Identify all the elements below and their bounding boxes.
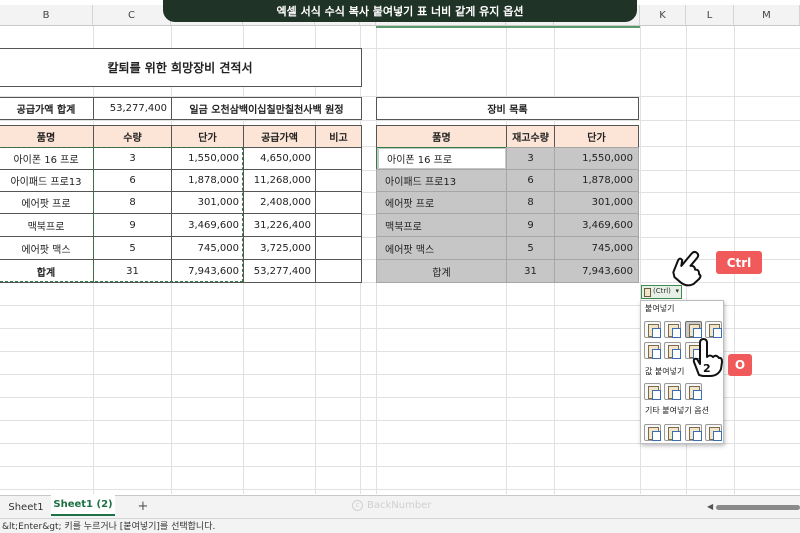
column-header-l[interactable]: L — [686, 5, 734, 26]
header-supply-amount: 공급가액 — [243, 125, 316, 148]
title-banner: 엑셀 서식 수식 복사 붙여넣기 표 너비 같게 유지 옵션 — [163, 0, 637, 22]
horizontal-scrollbar[interactable] — [716, 505, 800, 510]
copyright-icon: c — [352, 500, 363, 511]
column-header-m[interactable]: M — [734, 5, 800, 26]
total-note[interactable] — [315, 259, 362, 283]
table-cell[interactable]: 아이패드 프로13 — [376, 169, 507, 192]
paste-values-number-format-icon[interactable] — [664, 383, 681, 400]
gridline — [0, 489, 800, 490]
eq-total-stock[interactable]: 31 — [506, 259, 555, 283]
table-cell[interactable]: 에어팟 프로 — [376, 191, 507, 214]
eq-header-unit-price: 단가 — [554, 125, 639, 148]
table-cell[interactable]: 8 — [506, 191, 555, 214]
table-cell[interactable]: 6 — [506, 169, 555, 192]
table-cell[interactable] — [315, 236, 362, 260]
table-cell[interactable]: 3 — [506, 147, 555, 170]
table-cell[interactable]: 4,650,000 — [243, 147, 316, 170]
other-section-label: 기타 붙여넣기 옵션 — [645, 406, 709, 415]
quote-title: 칼퇴를 위한 희망장비 견적서 — [0, 48, 362, 87]
copy-marquee — [0, 147, 243, 282]
chevron-down-icon: ▾ — [675, 287, 679, 295]
hand-pointer-icon — [672, 248, 708, 288]
eq-header-stock: 재고수량 — [506, 125, 555, 148]
table-cell[interactable] — [315, 147, 362, 170]
paste-values-icon[interactable] — [644, 383, 661, 400]
watermark: c BackNumber — [352, 500, 431, 511]
scroll-left-icon[interactable]: ◀ — [707, 502, 713, 511]
table-cell[interactable]: 에어팟 맥스 — [376, 236, 507, 260]
eq-active-cell[interactable]: 아이폰 16 프로 — [378, 148, 506, 169]
column-header-c[interactable]: C — [93, 5, 171, 26]
table-cell[interactable] — [315, 213, 362, 237]
paste-tag-label: (Ctrl) — [653, 287, 671, 295]
sheet-tab-sheet1[interactable]: Sheet1 — [5, 497, 47, 517]
table-cell[interactable] — [315, 191, 362, 214]
table-cell[interactable]: 5 — [506, 236, 555, 260]
header-note: 비고 — [315, 125, 362, 148]
header-item-name: 품명 — [0, 125, 94, 148]
table-cell[interactable]: 3,469,600 — [554, 213, 639, 237]
header-quantity: 수량 — [93, 125, 172, 148]
sheet-tab-sheet1-2[interactable]: Sheet1 (2) — [51, 495, 115, 516]
paste-formulas-icon[interactable] — [664, 321, 681, 338]
eq-header-item-name: 품명 — [376, 125, 507, 148]
header-unit-price: 단가 — [171, 125, 244, 148]
paste-link-icon[interactable] — [664, 424, 681, 441]
gridline — [0, 120, 800, 121]
table-cell[interactable]: 301,000 — [554, 191, 639, 214]
selection-outline-fragment — [376, 26, 640, 28]
column-header-k[interactable]: K — [640, 5, 686, 26]
equipment-title: 장비 목록 — [376, 97, 639, 120]
supply-total-text: 일금 오천삼백이십칠만칠천사백 원정 — [171, 97, 362, 120]
paste-section-label: 붙여넣기 — [645, 304, 675, 313]
table-cell[interactable]: 2,408,000 — [243, 191, 316, 214]
supply-total-label: 공급가액 합계 — [0, 97, 94, 120]
status-text: &lt;Enter&gt; 키를 누르거나 [붙여넣기]를 선택합니다. — [2, 522, 216, 532]
copy-marquee-divider — [93, 147, 94, 282]
table-cell[interactable]: 745,000 — [554, 236, 639, 260]
clipboard-icon — [644, 288, 651, 297]
ctrl-key-badge: Ctrl — [716, 251, 762, 274]
paste-values-source-format-icon[interactable] — [685, 383, 702, 400]
table-cell[interactable]: 1,550,000 — [554, 147, 639, 170]
eq-total-unit-price[interactable]: 7,943,600 — [554, 259, 639, 283]
table-cell[interactable]: 11,268,000 — [243, 169, 316, 192]
values-section-label: 값 붙여넣기 — [645, 367, 685, 376]
paste-linked-picture-icon[interactable] — [705, 424, 722, 441]
total-supply-amount[interactable]: 53,277,400 — [243, 259, 316, 283]
gridline — [0, 466, 800, 467]
column-header-b[interactable]: B — [0, 5, 93, 26]
table-cell[interactable]: 1,878,000 — [554, 169, 639, 192]
paste-picture-icon[interactable] — [685, 424, 702, 441]
supply-total-value[interactable]: 53,277,400 — [93, 97, 172, 120]
paste-formatting-icon[interactable] — [644, 424, 661, 441]
paste-no-borders-icon[interactable] — [644, 342, 661, 359]
table-cell[interactable]: 3,725,000 — [243, 236, 316, 260]
table-cell[interactable]: 9 — [506, 213, 555, 237]
table-cell[interactable]: 맥북프로 — [376, 213, 507, 237]
eq-total-label: 합계 — [376, 259, 507, 283]
paste-icon[interactable] — [644, 321, 661, 338]
watermark-text: BackNumber — [367, 500, 432, 511]
table-cell[interactable] — [315, 169, 362, 192]
o-key-badge: O — [728, 354, 752, 376]
step-number-label: 2 — [703, 362, 711, 375]
paste-keep-column-widths-icon[interactable] — [664, 342, 681, 359]
add-sheet-button[interactable]: + — [135, 497, 151, 515]
table-cell[interactable]: 31,226,400 — [243, 213, 316, 237]
